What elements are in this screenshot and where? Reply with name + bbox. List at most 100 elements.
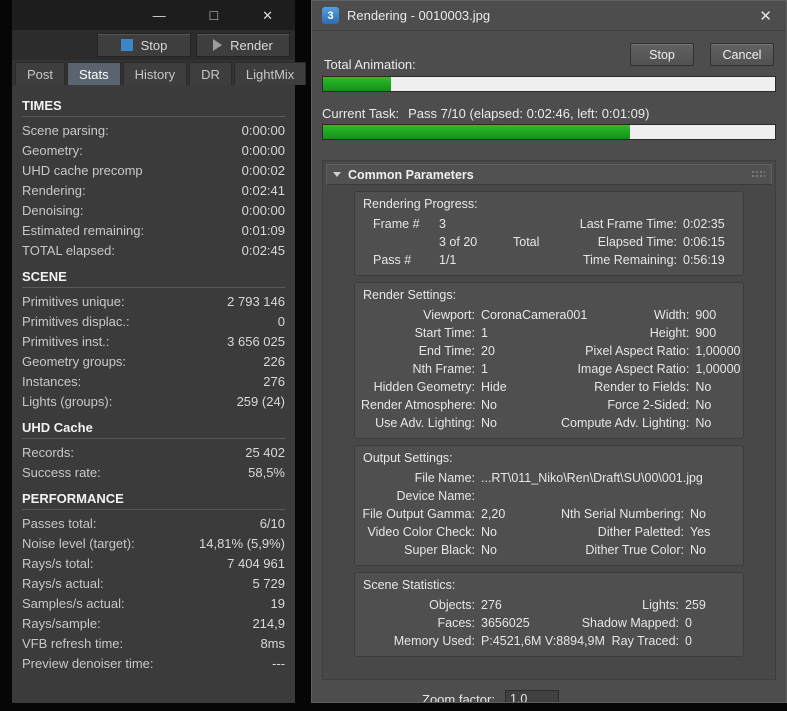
stat-value: 3 656 025 — [227, 333, 285, 349]
param-value: 276 — [481, 598, 502, 612]
stat-row: Rendering: 0:02:41 — [22, 180, 285, 200]
stat-row: UHD cache precomp 0:00:02 — [22, 160, 285, 180]
current-task-row: Current Task: Pass 7/10 (elapsed: 0:02:4… — [322, 106, 776, 121]
stat-value: 6/10 — [259, 515, 285, 531]
section-title-times: TIMES — [22, 89, 285, 117]
param-value: 2,20 — [481, 507, 506, 521]
device-name-value — [479, 487, 737, 505]
stat-row: TOTAL elapsed: 0:02:45 — [22, 240, 285, 260]
scene-rows: Primitives unique: 2 793 146 Primitives … — [22, 291, 285, 411]
total-animation-progress-fill — [323, 77, 391, 91]
param-label — [361, 233, 425, 251]
stat-row: Noise level (target): 14,81% (5,9%) — [22, 533, 285, 553]
param-label: Dither Paletted: — [597, 525, 684, 539]
render-play-icon — [213, 39, 223, 51]
param-value: No — [481, 525, 497, 539]
stat-row: Geometry groups: 226 — [22, 351, 285, 371]
param-label: Hidden Geometry: — [373, 380, 475, 394]
param-label: Width: — [653, 308, 690, 322]
minimize-button[interactable]: — — [153, 9, 166, 22]
stat-row: Preview denoiser time: --- — [22, 653, 285, 673]
stat-label: Rays/s total: — [22, 555, 94, 571]
param-label: End Time: — [418, 344, 475, 358]
rollout-area: Common Parameters Rendering Progress: Fr… — [322, 160, 776, 680]
stat-value: 0:02:41 — [241, 182, 285, 198]
tab-history[interactable]: History — [122, 62, 188, 85]
param-value: 20 — [481, 344, 495, 358]
close-button[interactable]: ✕ — [262, 9, 273, 22]
group-scene-statistics: Scene Statistics: Objects: 276 Lights: 2… — [354, 572, 744, 657]
param-value: 259 — [685, 598, 706, 612]
stop-button[interactable]: Stop — [630, 43, 694, 66]
param-label: Image Aspect Ratio: — [577, 362, 690, 376]
corona-vfb-panel: — □ ✕ Stop Render Post Stats History DR … — [12, 0, 307, 703]
stop-button-label: Stop — [140, 37, 168, 53]
current-task-label: Current Task: — [322, 106, 400, 121]
scene-statistics-grid: Objects: 276 Lights: 259 Faces: 3656025 … — [361, 596, 737, 650]
output-settings-grid: File Output Gamma: 2,20 Nth Serial Numbe… — [361, 505, 737, 559]
param-label: Pixel Aspect Ratio: — [585, 344, 690, 358]
stat-row: Rays/s actual: 5 729 — [22, 573, 285, 593]
stat-label: Passes total: — [22, 515, 97, 531]
zoom-factor-value[interactable]: 1,0 — [504, 690, 559, 702]
stat-value: 25 402 — [245, 444, 285, 460]
stat-value: 14,81% (5,9%) — [199, 535, 285, 551]
param-value: Yes — [689, 525, 711, 539]
vfb-tabs: Post Stats History DR LightMix — [12, 60, 307, 85]
close-icon[interactable]: ✕ — [755, 7, 776, 25]
tab-stats[interactable]: Stats — [67, 62, 121, 85]
param-label: Lights: — [642, 598, 679, 612]
tab-post[interactable]: Post — [15, 62, 66, 85]
param-value: No — [689, 543, 706, 557]
param-label: Faces: — [437, 616, 475, 630]
param-label: Super Black: — [404, 543, 475, 557]
param-value: CoronaCamera001 — [481, 308, 588, 322]
param-label — [509, 251, 559, 269]
param-label: Memory Used: — [393, 634, 475, 648]
stat-row: Lights (groups): 259 (24) — [22, 391, 285, 411]
dialog-title: Rendering - 0010003.jpg — [347, 8, 491, 23]
grip-icon[interactable] — [751, 170, 765, 179]
total-animation-label: Total Animation: — [324, 57, 416, 72]
stat-row: Passes total: 6/10 — [22, 513, 285, 533]
device-name-label: Device Name: — [396, 489, 476, 503]
stat-value: 0:00:00 — [241, 202, 285, 218]
param-label: Force 2-Sided: — [607, 398, 690, 412]
render-button[interactable]: Render — [196, 33, 290, 57]
stat-value: 0:00:02 — [241, 162, 285, 178]
param-label: Last Frame Time: — [579, 217, 677, 231]
current-task-progress-fill — [323, 125, 631, 139]
stop-button[interactable]: Stop — [97, 33, 191, 57]
param-value: 1/1 — [439, 253, 457, 267]
param-value: P:4521,6M V:8894,9M — [481, 634, 605, 648]
dialog-titlebar[interactable]: 3 Rendering - 0010003.jpg ✕ — [312, 1, 786, 31]
param-label: Time Remaining: — [582, 253, 677, 267]
tab-dr[interactable]: DR — [189, 62, 232, 85]
total-animation-progressbar — [322, 76, 776, 92]
stat-value: 8ms — [260, 635, 285, 651]
stat-row: Records: 25 402 — [22, 442, 285, 462]
rollout-title: Common Parameters — [348, 167, 474, 182]
tab-lightmix[interactable]: LightMix — [233, 62, 307, 85]
cancel-button[interactable]: Cancel — [710, 43, 774, 66]
param-label: Nth Frame: — [412, 362, 475, 376]
output-file-grid: File Name: ...RT\011_Niko\Ren\Draft\SU\0… — [361, 469, 737, 505]
dialog-buttons: Stop Cancel — [630, 43, 774, 66]
param-label: Viewport: — [423, 308, 475, 322]
rollout-common-parameters[interactable]: Common Parameters — [326, 164, 772, 185]
stat-label: Geometry: — [22, 142, 83, 158]
stat-value: 7 404 961 — [227, 555, 285, 571]
param-label: Compute Adv. Lighting: — [561, 416, 690, 430]
stat-label: Scene parsing: — [22, 122, 109, 138]
stat-value: 0:00:00 — [241, 142, 285, 158]
section-title-performance: PERFORMANCE — [22, 482, 285, 510]
vfb-titlebar[interactable]: — □ ✕ — [12, 0, 295, 30]
param-value: 900 — [695, 308, 717, 322]
param-value: No — [481, 398, 497, 412]
total-animation-row: Total Animation: Stop Cancel — [322, 43, 776, 73]
param-value: 900 — [695, 326, 717, 340]
maximize-button[interactable]: □ — [210, 8, 218, 22]
current-task-progressbar — [322, 124, 776, 140]
stat-label: Geometry groups: — [22, 353, 127, 369]
stat-value: 226 — [263, 353, 285, 369]
